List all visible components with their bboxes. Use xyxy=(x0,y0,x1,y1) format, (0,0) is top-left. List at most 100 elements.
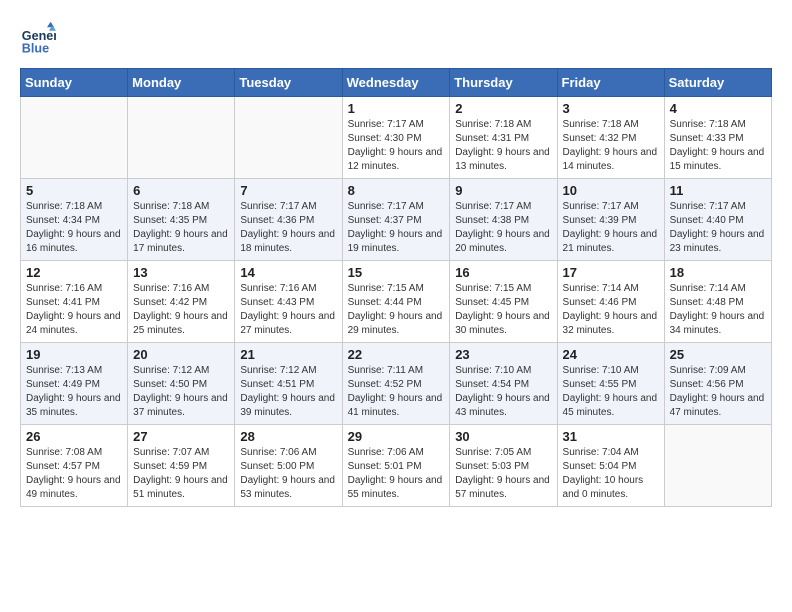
calendar-cell: 13Sunrise: 7:16 AM Sunset: 4:42 PM Dayli… xyxy=(128,261,235,343)
calendar-cell: 21 Sunrise: 7:12 AM Sunset: 4:51 PM Dayli… xyxy=(235,343,342,425)
calendar-cell: 28 Sunrise: 7:06 AM Sunset: 5:00 PM Dayli… xyxy=(235,425,342,507)
day-number: 5 xyxy=(26,183,122,198)
column-header-friday: Friday xyxy=(557,69,664,97)
cell-content: Sunrise: 7:13 AM Sunset: 4:49 PM Dayligh… xyxy=(26,364,122,420)
cell-content: Sunrise: 7:16 AM Sunset: 4:43 PM Dayligh… xyxy=(240,282,336,338)
day-number: 9 xyxy=(455,183,551,198)
cell-content: Sunrise: 7:18 AM Sunset: 4:34 PM Dayligh… xyxy=(26,200,122,256)
cell-content: Sunrise: 7:18 AM Sunset: 4:35 PM Dayligh… xyxy=(133,200,229,256)
day-number: 20 xyxy=(133,347,229,362)
calendar-cell: 17Sunrise: 7:14 AM Sunset: 4:46 PM Dayli… xyxy=(557,261,664,343)
calendar-cell: 10 Sunrise: 7:17 AM Sunset: 4:39 PM Dayli… xyxy=(557,179,664,261)
day-number: 26 xyxy=(26,429,122,444)
day-number: 11 xyxy=(670,183,766,198)
calendar-cell: 8 Sunrise: 7:17 AM Sunset: 4:37 PM Daylig… xyxy=(342,179,450,261)
calendar-cell: 16Sunrise: 7:15 AM Sunset: 4:45 PM Dayli… xyxy=(450,261,557,343)
cell-content: Sunrise: 7:05 AM Sunset: 5:03 PM Dayligh… xyxy=(455,446,551,502)
cell-content: Sunrise: 7:15 AM Sunset: 4:44 PM Dayligh… xyxy=(348,282,445,338)
calendar-cell: 9 Sunrise: 7:17 AM Sunset: 4:38 PM Daylig… xyxy=(450,179,557,261)
calendar-cell: 30 Sunrise: 7:05 AM Sunset: 5:03 PM Dayli… xyxy=(450,425,557,507)
cell-content: Sunrise: 7:06 AM Sunset: 5:00 PM Dayligh… xyxy=(240,446,336,502)
cell-content: Sunrise: 7:08 AM Sunset: 4:57 PM Dayligh… xyxy=(26,446,122,502)
calendar-cell: 7 Sunrise: 7:17 AM Sunset: 4:36 PM Daylig… xyxy=(235,179,342,261)
calendar-cell: 5 Sunrise: 7:18 AM Sunset: 4:34 PM Daylig… xyxy=(21,179,128,261)
day-number: 1 xyxy=(348,101,445,116)
calendar-week-1: 1 Sunrise: 7:17 AM Sunset: 4:30 PM Daylig… xyxy=(21,97,772,179)
cell-content: Sunrise: 7:17 AM Sunset: 4:39 PM Dayligh… xyxy=(563,200,659,256)
day-number: 4 xyxy=(670,101,766,116)
calendar-cell xyxy=(21,97,128,179)
day-number: 13 xyxy=(133,265,229,280)
day-number: 29 xyxy=(348,429,445,444)
cell-content: Sunrise: 7:10 AM Sunset: 4:54 PM Dayligh… xyxy=(455,364,551,420)
day-number: 7 xyxy=(240,183,336,198)
column-header-monday: Monday xyxy=(128,69,235,97)
column-header-wednesday: Wednesday xyxy=(342,69,450,97)
svg-text:Blue: Blue xyxy=(22,41,49,55)
day-number: 12 xyxy=(26,265,122,280)
page-header: General Blue xyxy=(20,20,772,56)
cell-content: Sunrise: 7:09 AM Sunset: 4:56 PM Dayligh… xyxy=(670,364,766,420)
calendar-cell xyxy=(664,425,771,507)
day-number: 6 xyxy=(133,183,229,198)
calendar-cell: 1 Sunrise: 7:17 AM Sunset: 4:30 PM Daylig… xyxy=(342,97,450,179)
cell-content: Sunrise: 7:17 AM Sunset: 4:38 PM Dayligh… xyxy=(455,200,551,256)
calendar-table: SundayMondayTuesdayWednesdayThursdayFrid… xyxy=(20,68,772,507)
calendar-cell: 22Sunrise: 7:11 AM Sunset: 4:52 PM Dayli… xyxy=(342,343,450,425)
calendar-week-2: 5 Sunrise: 7:18 AM Sunset: 4:34 PM Daylig… xyxy=(21,179,772,261)
day-number: 3 xyxy=(563,101,659,116)
cell-content: Sunrise: 7:12 AM Sunset: 4:50 PM Dayligh… xyxy=(133,364,229,420)
day-number: 18 xyxy=(670,265,766,280)
cell-content: Sunrise: 7:12 AM Sunset: 4:51 PM Dayligh… xyxy=(240,364,336,420)
cell-content: Sunrise: 7:04 AM Sunset: 5:04 PM Dayligh… xyxy=(563,446,659,502)
calendar-cell: 19Sunrise: 7:13 AM Sunset: 4:49 PM Dayli… xyxy=(21,343,128,425)
calendar-week-5: 26 Sunrise: 7:08 AM Sunset: 4:57 PM Dayli… xyxy=(21,425,772,507)
calendar-cell: 29 Sunrise: 7:06 AM Sunset: 5:01 PM Dayli… xyxy=(342,425,450,507)
cell-content: Sunrise: 7:17 AM Sunset: 4:30 PM Dayligh… xyxy=(348,118,445,174)
day-number: 31 xyxy=(563,429,659,444)
calendar-cell: 24 Sunrise: 7:10 AM Sunset: 4:55 PM Dayli… xyxy=(557,343,664,425)
calendar-cell: 25 Sunrise: 7:09 AM Sunset: 4:56 PM Dayli… xyxy=(664,343,771,425)
day-number: 22 xyxy=(348,347,445,362)
calendar-cell: 15 Sunrise: 7:15 AM Sunset: 4:44 PM Dayli… xyxy=(342,261,450,343)
calendar-week-3: 12 Sunrise: 7:16 AM Sunset: 4:41 PM Dayli… xyxy=(21,261,772,343)
day-number: 14 xyxy=(240,265,336,280)
calendar-cell: 12 Sunrise: 7:16 AM Sunset: 4:41 PM Dayli… xyxy=(21,261,128,343)
day-number: 15 xyxy=(348,265,445,280)
cell-content: Sunrise: 7:17 AM Sunset: 4:40 PM Dayligh… xyxy=(670,200,766,256)
day-number: 23 xyxy=(455,347,551,362)
cell-content: Sunrise: 7:17 AM Sunset: 4:37 PM Dayligh… xyxy=(348,200,445,256)
calendar-week-4: 19Sunrise: 7:13 AM Sunset: 4:49 PM Dayli… xyxy=(21,343,772,425)
calendar-cell: 27 Sunrise: 7:07 AM Sunset: 4:59 PM Dayli… xyxy=(128,425,235,507)
day-number: 2 xyxy=(455,101,551,116)
day-number: 28 xyxy=(240,429,336,444)
day-number: 30 xyxy=(455,429,551,444)
calendar-cell: 11 Sunrise: 7:17 AM Sunset: 4:40 PM Dayli… xyxy=(664,179,771,261)
cell-content: Sunrise: 7:18 AM Sunset: 4:32 PM Dayligh… xyxy=(563,118,659,174)
calendar-cell xyxy=(128,97,235,179)
day-number: 25 xyxy=(670,347,766,362)
cell-content: Sunrise: 7:16 AM Sunset: 4:41 PM Dayligh… xyxy=(26,282,122,338)
cell-content: Sunrise: 7:18 AM Sunset: 4:33 PM Dayligh… xyxy=(670,118,766,174)
calendar-cell: 3 Sunrise: 7:18 AM Sunset: 4:32 PM Daylig… xyxy=(557,97,664,179)
day-number: 27 xyxy=(133,429,229,444)
cell-content: Sunrise: 7:06 AM Sunset: 5:01 PM Dayligh… xyxy=(348,446,445,502)
column-header-sunday: Sunday xyxy=(21,69,128,97)
logo: General Blue xyxy=(20,20,60,56)
calendar-cell: 6 Sunrise: 7:18 AM Sunset: 4:35 PM Daylig… xyxy=(128,179,235,261)
cell-content: Sunrise: 7:17 AM Sunset: 4:36 PM Dayligh… xyxy=(240,200,336,256)
cell-content: Sunrise: 7:07 AM Sunset: 4:59 PM Dayligh… xyxy=(133,446,229,502)
calendar-cell: 2Sunrise: 7:18 AM Sunset: 4:31 PM Daylig… xyxy=(450,97,557,179)
column-header-saturday: Saturday xyxy=(664,69,771,97)
calendar-cell: 14 Sunrise: 7:16 AM Sunset: 4:43 PM Dayli… xyxy=(235,261,342,343)
day-number: 10 xyxy=(563,183,659,198)
cell-content: Sunrise: 7:10 AM Sunset: 4:55 PM Dayligh… xyxy=(563,364,659,420)
day-number: 21 xyxy=(240,347,336,362)
calendar-cell: 20 Sunrise: 7:12 AM Sunset: 4:50 PM Dayli… xyxy=(128,343,235,425)
cell-content: Sunrise: 7:15 AM Sunset: 4:45 PM Dayligh… xyxy=(455,282,551,338)
calendar-cell: 4 Sunrise: 7:18 AM Sunset: 4:33 PM Daylig… xyxy=(664,97,771,179)
calendar-cell: 31 Sunrise: 7:04 AM Sunset: 5:04 PM Dayli… xyxy=(557,425,664,507)
day-number: 24 xyxy=(563,347,659,362)
cell-content: Sunrise: 7:14 AM Sunset: 4:48 PM Dayligh… xyxy=(670,282,766,338)
day-number: 8 xyxy=(348,183,445,198)
